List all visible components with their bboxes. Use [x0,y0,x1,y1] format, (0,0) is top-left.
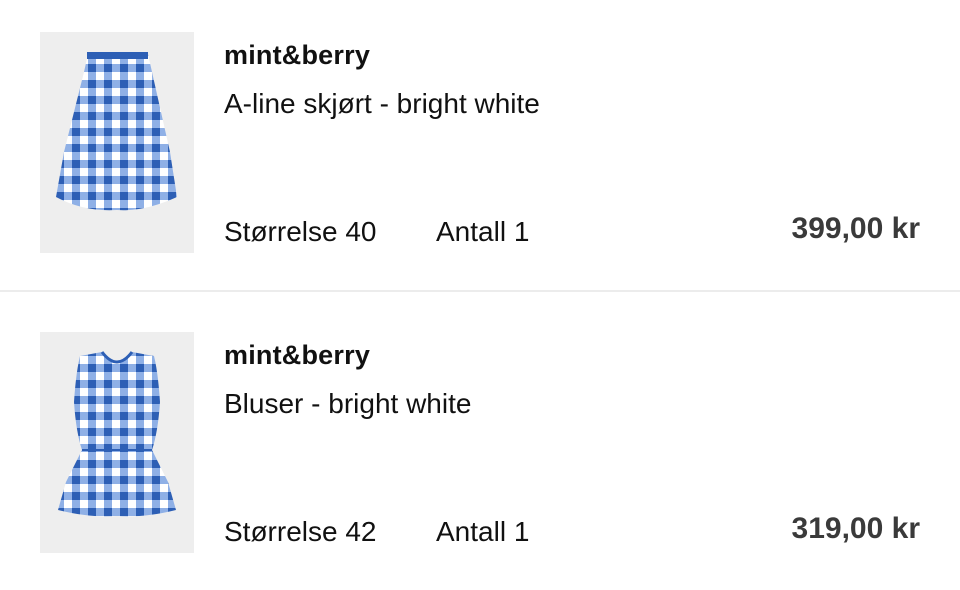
product-price: 319,00 kr [791,512,920,545]
item-divider [0,290,960,292]
product-image-top[interactable] [40,332,194,553]
cart-list: mint&berry A-line skjørt - bright white … [0,0,960,588]
cart-item: mint&berry Bluser - bright white Størrel… [0,300,960,590]
product-image-skirt[interactable] [40,32,194,253]
product-title[interactable]: Bluser - bright white [224,388,471,420]
product-brand: mint&berry [224,340,371,370]
product-price: 399,00 kr [791,212,920,245]
product-quantity[interactable]: Antall 1 [436,216,529,248]
cart-item: mint&berry A-line skjørt - bright white … [0,0,960,290]
product-quantity[interactable]: Antall 1 [436,516,529,548]
product-size[interactable]: Størrelse 42 [224,516,377,548]
product-brand: mint&berry [224,40,371,70]
product-size[interactable]: Størrelse 40 [224,216,377,248]
product-title[interactable]: A-line skjørt - bright white [224,88,540,120]
